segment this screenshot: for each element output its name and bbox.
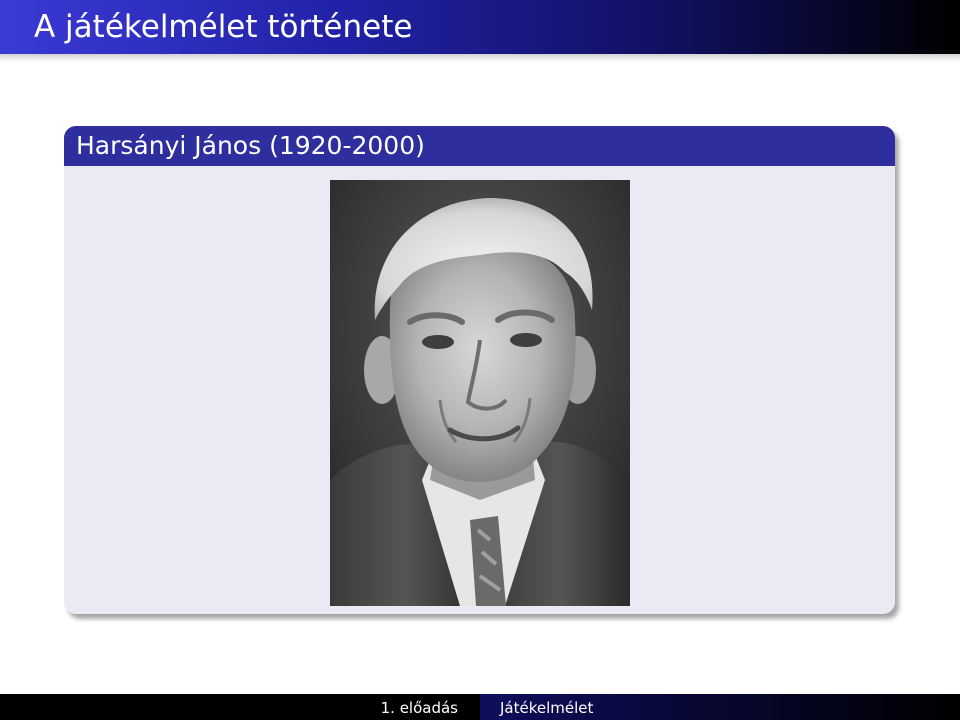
footer-right: Játékelmélet — [480, 694, 960, 720]
frame-title: A játékelmélet története — [34, 9, 413, 45]
footer-lecture-label: 1. előadás — [380, 699, 458, 717]
title-bar-shadow — [0, 54, 960, 62]
footer-left: 1. előadás — [0, 694, 480, 720]
frame-title-bar: A játékelmélet története — [0, 0, 960, 54]
footer-course-label: Játékelmélet — [500, 699, 594, 717]
footer: 1. előadás Játékelmélet — [0, 694, 960, 720]
block-title: Harsányi János (1920-2000) — [76, 131, 425, 160]
block-header: Harsányi János (1920-2000) — [64, 126, 895, 166]
portrait-photo — [330, 180, 630, 606]
content-block: Harsányi János (1920-2000) — [64, 126, 895, 614]
